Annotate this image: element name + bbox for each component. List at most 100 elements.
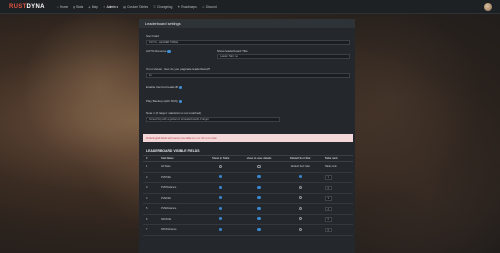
- show-user-radio[interactable]: [257, 196, 261, 200]
- row-show-user: [236, 203, 282, 215]
- notes-label: Note 1 (if target: statistics is not mat…: [146, 111, 202, 115]
- table-rank-label: Table rank: [324, 165, 337, 169]
- table-row: 2 PVPKills 1: [143, 172, 353, 183]
- row-table-rank: 6: [318, 224, 353, 236]
- show-table-radio[interactable]: [219, 217, 223, 221]
- show-table-radio[interactable]: [219, 206, 223, 210]
- table-row: 1 All Stats Default Sort Stat Table rank: [143, 161, 353, 173]
- table-rank-input[interactable]: 3: [324, 196, 332, 201]
- row-show-table: [205, 214, 237, 225]
- row-default-sort: Default Sort Stat: [281, 161, 319, 173]
- row-show-user: [236, 182, 282, 194]
- row-show-user: [236, 224, 282, 236]
- table-row: 4 PVEKills 3: [143, 193, 353, 204]
- sort-field-label: Sort Field: [146, 34, 159, 38]
- enable-row: Enable ItemList leaderB: [146, 85, 183, 89]
- auto-reverse-row: AUTO-Reverse: [146, 49, 171, 53]
- row-num: 7: [143, 224, 159, 236]
- row-table-rank: 5: [318, 214, 353, 225]
- brand-logo[interactable]: RUSTDYNA: [9, 4, 45, 10]
- table-rank-input[interactable]: 5: [324, 217, 332, 222]
- home-icon: ⌂: [56, 4, 59, 9]
- default-sort-radio[interactable]: [298, 196, 302, 200]
- show-user-radio[interactable]: [257, 227, 261, 231]
- show-user-radio[interactable]: [257, 164, 261, 168]
- row-stat-name: NPCKills: [159, 214, 205, 225]
- row-num: 4: [143, 193, 159, 204]
- row-table-rank: 2: [318, 182, 353, 194]
- row-stat-name: All Stats: [159, 161, 205, 173]
- nav-custom-tables-label: Custom Tables: [127, 4, 149, 9]
- row-show-table: [205, 224, 237, 236]
- row-show-table: [205, 161, 237, 173]
- show-user-radio[interactable]: [257, 175, 261, 179]
- default-page-label: If not shown, how do you paginate leader…: [146, 67, 211, 71]
- table-title: LEADERBOARD VISIBLE FIELDS: [146, 149, 200, 153]
- table-rank-input[interactable]: 1: [324, 175, 332, 180]
- nav-changelog[interactable]: ☰ Changelog: [153, 5, 172, 9]
- nav-custom-tables[interactable]: ▦ Custom Tables: [123, 5, 148, 9]
- nav-admin[interactable]: ✦ Admin ▾: [103, 5, 118, 9]
- nav-map[interactable]: ◈ Map: [88, 5, 98, 9]
- nav-discord[interactable]: ☺ Discord: [202, 5, 217, 9]
- row-show-table: [205, 182, 237, 194]
- admin-icon: ✦: [102, 4, 106, 9]
- show-title-label: Show leaderboard Title: [217, 49, 248, 53]
- show-table-radio[interactable]: [219, 185, 223, 189]
- row-num: 5: [143, 203, 159, 215]
- panel-title: Leaderboard settings: [139, 19, 355, 28]
- nav-roadmaps-label: Roadmaps: [181, 4, 197, 9]
- default-sort-radio[interactable]: [298, 217, 302, 221]
- discord-icon: ☺: [201, 4, 205, 9]
- row-table-rank: 1: [318, 172, 353, 183]
- brand-part1: RUST: [9, 3, 27, 10]
- auto-reverse-label: AUTO-Reverse: [146, 49, 167, 53]
- row-stat-name: NPCDistance: [159, 224, 205, 236]
- play-toggle[interactable]: [178, 99, 182, 103]
- table-rank-input[interactable]: 6: [324, 227, 332, 232]
- show-table-radio[interactable]: [219, 227, 223, 231]
- changelog-icon: ☰: [153, 4, 156, 9]
- default-sort-radio[interactable]: [298, 175, 302, 179]
- table-row: 5 PVEDistance 2: [143, 203, 353, 215]
- show-user-radio[interactable]: [257, 185, 261, 189]
- default-sort-radio[interactable]: [298, 227, 302, 231]
- row-stat-name: PVPDistance: [159, 182, 205, 194]
- row-table-rank: Table rank: [318, 161, 353, 173]
- row-show-table: [205, 172, 237, 183]
- row-show-table: [205, 203, 237, 215]
- show-title-input[interactable]: Leader Tabl..ne: [217, 54, 350, 59]
- show-user-radio[interactable]: [257, 206, 261, 210]
- row-default-sort: [281, 224, 319, 236]
- sort-field-input[interactable]: Kill TG - LEADER TABLE: [146, 40, 350, 45]
- row-show-user: [236, 161, 282, 173]
- row-stat-name: PVEDistance: [159, 203, 205, 215]
- default-page-input[interactable]: 11: [146, 73, 350, 78]
- default-sort-radio[interactable]: [298, 206, 302, 210]
- map-icon: ◈: [88, 4, 91, 9]
- show-table-radio[interactable]: [219, 196, 223, 200]
- nav-map-label: Map: [91, 4, 98, 9]
- row-stat-name: PVEKills: [159, 193, 205, 204]
- nav-roadmaps[interactable]: ⚑ Roadmaps: [177, 5, 196, 9]
- show-user-radio[interactable]: [257, 217, 261, 221]
- table-rank-input[interactable]: 2: [324, 206, 332, 211]
- roadmap-icon: ⚑: [177, 4, 181, 9]
- table-row: 7 NPCDistance 6: [143, 224, 353, 236]
- user-avatar[interactable]: [484, 3, 492, 11]
- nav-stats[interactable]: ▮ Stats: [73, 5, 83, 9]
- enable-toggle[interactable]: [178, 85, 183, 89]
- show-table-radio[interactable]: [219, 175, 223, 179]
- main-nav: ⌂ Home ▮ Stats ◈ Map ✦ Admin ▾ ▦ Custom Table…: [57, 5, 217, 9]
- nav-home-label: Home: [59, 4, 69, 9]
- table-rank-input[interactable]: 2: [324, 185, 332, 190]
- default-sort-radio[interactable]: [298, 185, 302, 189]
- top-navbar: RUSTDYNA ⌂ Home ▮ Stats ◈ Map ✦ Admin ▾ ▦ Cus…: [0, 0, 500, 14]
- fields-table: # Stat Name Show in Table show in user d…: [143, 155, 353, 236]
- table-body: 1 All Stats Default Sort Stat Table rank 2 PV…: [143, 161, 353, 236]
- notes-input[interactable]: ScreenTop with a global on all leaderboa…: [146, 117, 280, 122]
- nav-home[interactable]: ⌂ Home: [57, 5, 68, 9]
- auto-reverse-toggle[interactable]: [167, 49, 171, 53]
- table-icon: ▦: [123, 4, 127, 9]
- show-table-radio[interactable]: [219, 164, 223, 168]
